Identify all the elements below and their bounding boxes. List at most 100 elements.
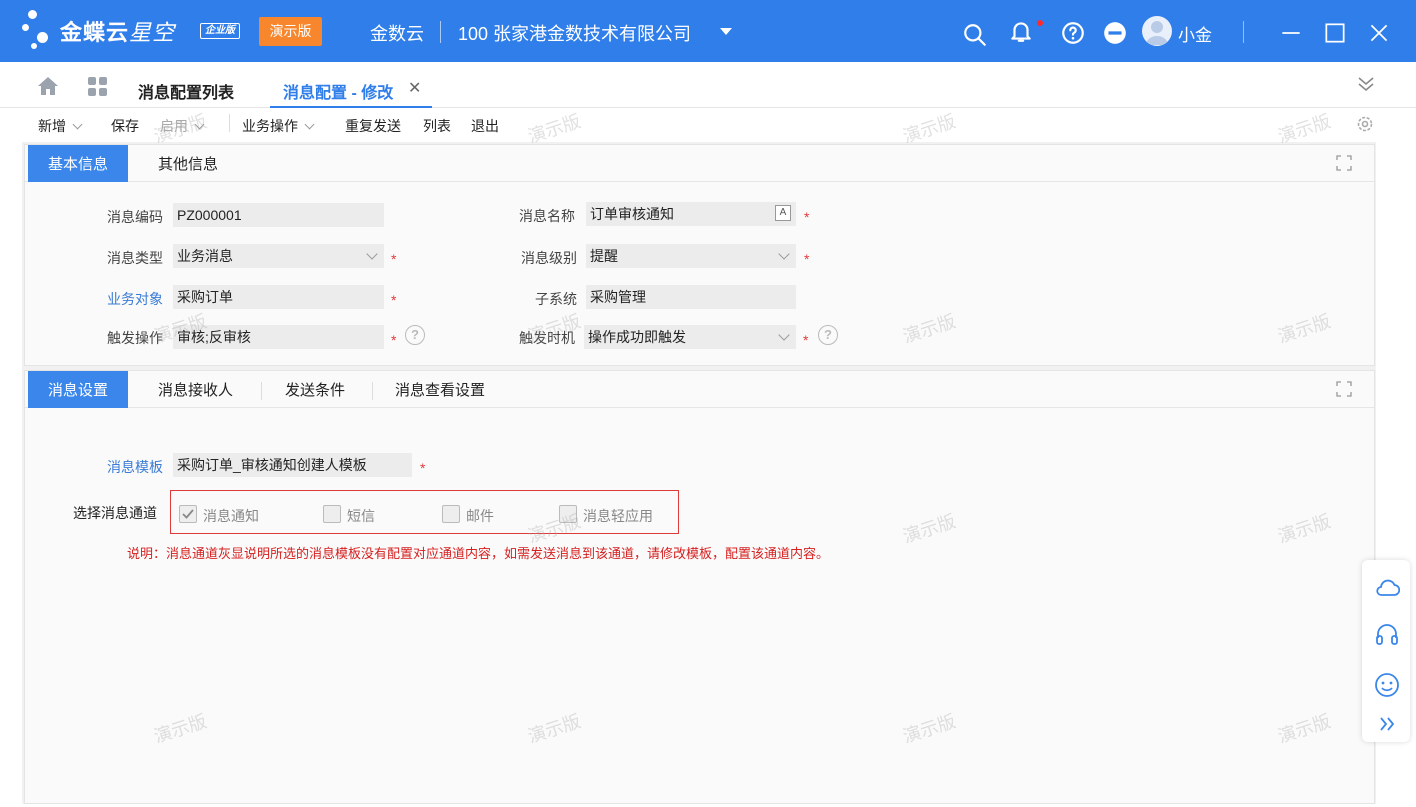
avatar[interactable] xyxy=(1142,16,1172,46)
type-select[interactable]: 业务消息 xyxy=(173,244,384,268)
trigger-time-label: 触发时机 xyxy=(519,330,575,346)
help-icon[interactable]: ? xyxy=(818,325,838,345)
required-mark: * xyxy=(804,209,810,225)
double-chevron-right-icon[interactable] xyxy=(1374,714,1400,734)
checkbox-notification[interactable] xyxy=(179,505,197,523)
code-label: 消息编码 xyxy=(107,209,163,225)
trigger-op-field[interactable]: 审核;反审核 xyxy=(173,325,384,349)
top-header: 金蝶云星空 企业版 演示版 金数云 100 张家港金数技术有限公司 小金 xyxy=(0,0,1416,62)
close-tab-icon[interactable]: ✕ xyxy=(408,78,421,98)
template-label-link[interactable]: 消息模板 xyxy=(107,457,163,477)
apps-grid-icon[interactable] xyxy=(87,76,109,98)
chevron-down-icon[interactable] xyxy=(72,119,83,130)
tab-divider xyxy=(261,382,262,400)
checkbox-label: 邮件 xyxy=(466,508,494,524)
channel-note: 说明：消息通道灰显说明所选的消息模板没有配置对应通道内容，如需发送消息到该通道，… xyxy=(127,546,830,561)
checkbox-light-app[interactable] xyxy=(559,505,577,523)
required-mark: * xyxy=(391,292,397,308)
channel-label: 选择消息通道 xyxy=(73,505,157,521)
kingdee-logo-icon xyxy=(22,10,52,50)
chevron-down-icon[interactable] xyxy=(304,119,315,130)
org-name[interactable]: 金数云 xyxy=(370,20,424,46)
checkbox-label: 消息通知 xyxy=(203,508,259,524)
chevron-down-icon[interactable] xyxy=(720,28,732,35)
checkbox-label: 短信 xyxy=(347,508,375,524)
multilang-icon[interactable]: A xyxy=(775,205,791,221)
tab-recipients[interactable]: 消息接收人 xyxy=(158,371,233,408)
tab-message-config-list[interactable]: 消息配置列表 xyxy=(138,79,234,103)
tab-label: 消息配置 - 修改 xyxy=(283,85,394,102)
expand-icon[interactable] xyxy=(1336,155,1352,171)
chevron-down-icon[interactable] xyxy=(778,248,790,260)
header-divider xyxy=(440,21,441,43)
required-mark: * xyxy=(804,251,810,267)
search-icon[interactable] xyxy=(962,22,988,48)
tab-send-conditions[interactable]: 发送条件 xyxy=(285,371,345,408)
new-button[interactable]: 新增 xyxy=(38,116,83,136)
trigger-op-label: 触发操作 xyxy=(107,330,163,346)
code-field[interactable]: PZ000001 xyxy=(173,203,384,227)
close-icon[interactable] xyxy=(1366,20,1392,46)
floating-toolbar xyxy=(1362,560,1410,742)
double-chevron-down-icon[interactable] xyxy=(1356,74,1376,94)
chevron-down-icon[interactable] xyxy=(194,119,205,130)
smiley-icon[interactable] xyxy=(1374,672,1400,698)
help-icon[interactable] xyxy=(1060,20,1086,46)
exit-button[interactable]: 退出 xyxy=(471,116,499,136)
headset-icon[interactable] xyxy=(1374,622,1400,648)
demo-badge: 演示版 xyxy=(259,17,322,46)
tab-message-settings[interactable]: 消息设置 xyxy=(28,371,129,408)
level-select[interactable]: 提醒 xyxy=(586,244,796,268)
header-divider xyxy=(1243,21,1244,43)
expand-icon[interactable] xyxy=(1336,381,1352,397)
home-icon[interactable] xyxy=(37,76,59,96)
cloud-icon[interactable] xyxy=(1374,576,1400,598)
name-field[interactable]: 订单审核通知 xyxy=(586,202,796,226)
required-mark: * xyxy=(391,251,397,267)
name-label: 消息名称 xyxy=(519,208,575,224)
list-button[interactable]: 列表 xyxy=(423,116,451,136)
minimize-icon[interactable] xyxy=(1278,20,1304,46)
checkbox-email[interactable] xyxy=(442,505,460,523)
chevron-down-icon[interactable] xyxy=(778,329,790,341)
brand-name: 金蝶云星空 xyxy=(60,20,176,45)
maximize-icon[interactable] xyxy=(1322,20,1348,46)
name-value: 订单审核通知 xyxy=(590,206,674,222)
tab-view-settings[interactable]: 消息查看设置 xyxy=(395,371,485,408)
check-icon xyxy=(182,509,194,519)
edition-badge: 企业版 xyxy=(200,23,240,39)
type-label: 消息类型 xyxy=(107,250,163,266)
user-name[interactable]: 小金 xyxy=(1178,21,1212,46)
gear-icon[interactable] xyxy=(1355,114,1375,134)
trigger-time-select[interactable]: 操作成功即触发 xyxy=(584,325,796,349)
resend-button[interactable]: 重复发送 xyxy=(345,116,401,136)
level-value: 提醒 xyxy=(590,248,618,264)
basic-info-tabbar: 基本信息 其他信息 xyxy=(25,145,1374,182)
template-field[interactable]: 采购订单_审核通知创建人模板 xyxy=(173,453,412,477)
tab-basic-info[interactable]: 基本信息 xyxy=(28,145,129,182)
subsystem-field[interactable]: 采购管理 xyxy=(586,285,796,309)
subsystem-label: 子系统 xyxy=(535,291,577,307)
object-label-link[interactable]: 业务对象 xyxy=(107,289,163,309)
tab-other-info[interactable]: 其他信息 xyxy=(158,145,218,182)
object-field[interactable]: 采购订单 xyxy=(173,285,384,309)
settings-tabbar: 消息设置 消息接收人 发送条件 消息查看设置 xyxy=(25,371,1374,408)
company-selector[interactable]: 100 张家港金数技术有限公司 xyxy=(458,20,691,46)
message-settings-panel: 消息设置 消息接收人 发送条件 消息查看设置 xyxy=(24,370,1375,804)
checkbox-label: 消息轻应用 xyxy=(583,508,653,524)
toolbar: 新增 保存 启用 业务操作 重复发送 列表 退出 xyxy=(0,108,1416,142)
required-mark: * xyxy=(391,332,397,348)
toolbar-divider xyxy=(229,114,230,132)
help-icon[interactable]: ? xyxy=(405,325,425,345)
checkbox-sms[interactable] xyxy=(323,505,341,523)
save-button[interactable]: 保存 xyxy=(111,116,139,136)
minus-circle-icon[interactable] xyxy=(1102,20,1128,46)
tab-message-config-edit[interactable]: 消息配置 - 修改 ✕ xyxy=(270,62,432,108)
level-label: 消息级别 xyxy=(521,250,577,266)
bell-icon[interactable] xyxy=(1008,18,1034,44)
business-ops-button[interactable]: 业务操作 xyxy=(242,116,315,136)
enable-button[interactable]: 启用 xyxy=(160,116,205,136)
chevron-down-icon[interactable] xyxy=(366,248,378,260)
trigger-time-value: 操作成功即触发 xyxy=(588,329,686,345)
notification-dot xyxy=(1037,20,1043,26)
